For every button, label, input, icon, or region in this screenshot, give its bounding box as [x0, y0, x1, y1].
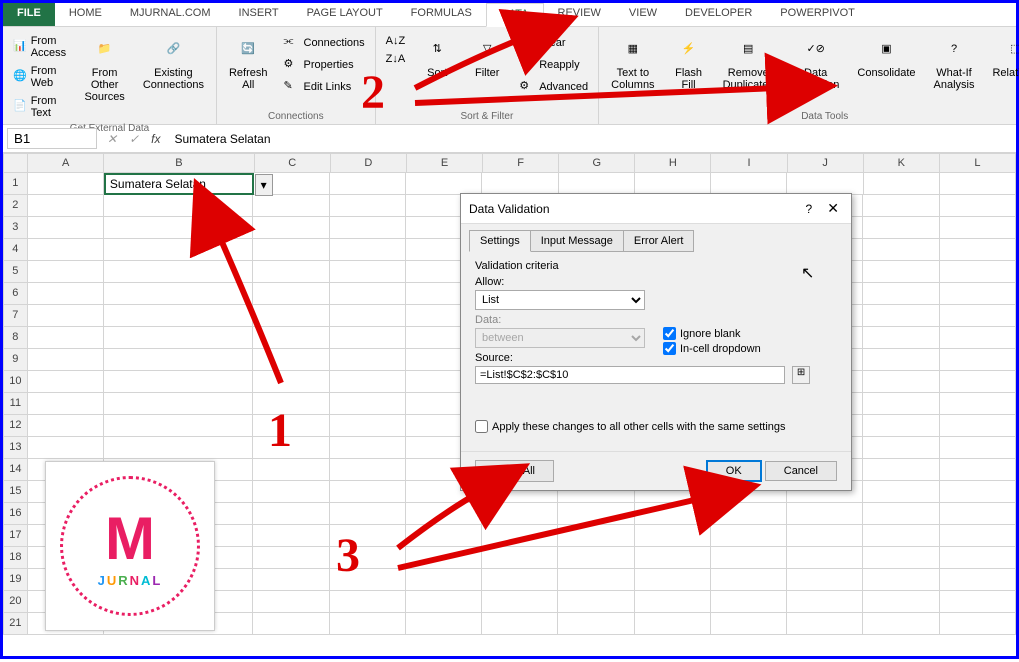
tab-settings[interactable]: Settings [469, 230, 531, 252]
mjurnal-logo: M JURNAL [45, 461, 215, 631]
annotation-1: 1 [268, 403, 292, 458]
logo-letter: M [105, 504, 155, 573]
annotation-3: 3 [336, 528, 360, 583]
annotation-2: 2 [361, 65, 385, 120]
logo-word: JURNAL [98, 573, 163, 588]
